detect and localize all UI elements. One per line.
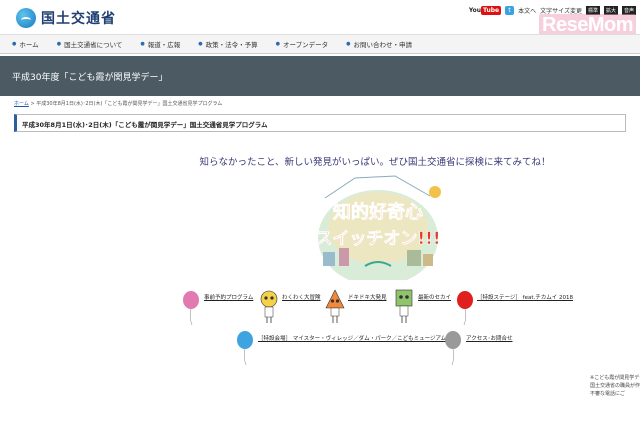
pink-balloon-icon bbox=[183, 291, 199, 326]
link-discovery[interactable]: ドキドキ大発見 bbox=[348, 293, 387, 301]
notice-line-2: 国土交通省の職員が作 bbox=[590, 383, 640, 389]
discovery-character-icon bbox=[325, 289, 345, 323]
mlit-logo-icon bbox=[16, 8, 36, 28]
nav-item-about[interactable]: 国土交通省について bbox=[57, 39, 122, 49]
site-header: 国土交通省 You Tube t 本文へ 文字サイズ変更 標準 拡大 音声 Res… bbox=[0, 0, 640, 37]
youtube-link[interactable]: You Tube bbox=[468, 6, 502, 15]
global-nav: ホーム 国土交通省について 報道・広報 政策・法令・予算 オープンデータ お問い… bbox=[0, 34, 640, 54]
breadcrumb: ホーム > 平成30年8月1日(水)･2日(木)「こども霞が関見学デー」国土交通… bbox=[14, 100, 222, 107]
link-access-contact[interactable]: アクセス･お問合せ bbox=[466, 334, 512, 342]
breadcrumb-current: > 平成30年8月1日(水)･2日(木)「こども霞が関見学デー」国土交通省見学プ… bbox=[28, 101, 223, 107]
hero-line2: スイッチオン!!! bbox=[315, 229, 440, 249]
hero-illustration: 知的好奇心 スイッチオン!!! bbox=[315, 175, 441, 280]
link-newest-world[interactable]: 最新のセカイ bbox=[418, 293, 451, 301]
red-balloon-icon bbox=[457, 291, 473, 326]
blue-balloon-icon bbox=[237, 331, 253, 366]
site-logo[interactable]: 国土交通省 bbox=[16, 8, 116, 28]
youtube-pre-text: You bbox=[468, 7, 482, 14]
notice-line-1: ※こども霞が関見学デー bbox=[590, 375, 640, 381]
hero-line1: 知的好奇心 bbox=[333, 201, 423, 223]
gray-balloon-icon bbox=[445, 331, 461, 366]
page-title-box: 平成30年8月1日(水)･2日(木)「こども霞が関見学デー」国土交通省見学プログ… bbox=[14, 114, 626, 132]
sun-icon bbox=[429, 186, 441, 198]
intro-text: 知らなかったこと、新しい発見がいっぱい。ぜひ国土交通省に探検に来てみてね！ bbox=[199, 157, 551, 168]
skip-to-main-link[interactable]: 本文へ bbox=[518, 6, 536, 15]
page-banner: 平成30年度「こども霞が関見学デー」 bbox=[0, 56, 640, 96]
youtube-icon: Tube bbox=[481, 6, 502, 15]
site-name: 国土交通省 bbox=[41, 11, 116, 27]
nav-item-opendata[interactable]: オープンデータ bbox=[276, 39, 328, 49]
nav-item-home[interactable]: ホーム bbox=[12, 39, 38, 49]
twitter-icon[interactable]: t bbox=[505, 6, 515, 15]
robot-character-icon bbox=[395, 289, 413, 323]
notice-text: ※こども霞が関見学デー 国土交通省の職員が作 不審な電話にご bbox=[590, 374, 640, 398]
banner-title: 平成30年度「こども霞が関見学デー」 bbox=[12, 73, 168, 83]
nav-item-press[interactable]: 報道・広報 bbox=[140, 39, 181, 49]
link-adventure[interactable]: わくわく大冒険 bbox=[282, 293, 321, 301]
link-special-venue[interactable]: ［特設会場］ マイスター・ヴィレッジ／ダム・パーク／こどもミュージアム bbox=[258, 334, 446, 342]
breadcrumb-home-link[interactable]: ホーム bbox=[14, 101, 29, 107]
nav-item-contact[interactable]: お問い合わせ・申請 bbox=[346, 39, 413, 49]
explorer-character-icon bbox=[260, 290, 278, 323]
page-title: 平成30年8月1日(水)･2日(木)「こども霞が関見学デー」国土交通省見学プログ… bbox=[22, 121, 268, 129]
link-special-stage[interactable]: ［特設ステージ］ feat.チカムイ 2018 bbox=[477, 293, 573, 301]
notice-line-3: 不審な電話にご bbox=[590, 391, 625, 397]
page: 国土交通省 You Tube t 本文へ 文字サイズ変更 標準 拡大 音声 Res… bbox=[0, 0, 640, 426]
link-reservation-program[interactable]: 事前予約プログラム bbox=[204, 293, 253, 301]
nav-item-policy[interactable]: 政策・法令・予算 bbox=[198, 39, 258, 49]
